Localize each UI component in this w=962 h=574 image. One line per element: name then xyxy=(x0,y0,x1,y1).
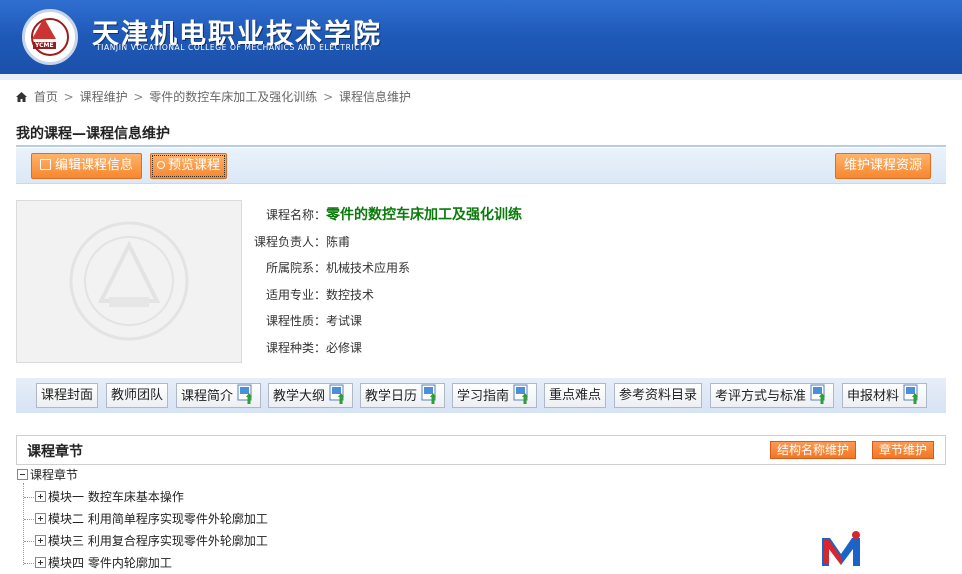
school-logo[interactable]: YCME xyxy=(22,9,78,65)
title-divider xyxy=(16,145,946,147)
course-cover-image xyxy=(16,200,242,363)
chapters-header: 课程章节 结构名称维护 章节维护 xyxy=(16,435,946,465)
document-upload-icon xyxy=(236,384,256,406)
document-upload-icon xyxy=(512,384,532,406)
brand-m-logo-icon xyxy=(822,531,860,566)
nav-intro-button[interactable]: 课程简介 xyxy=(176,383,262,408)
course-toolbar: 编辑课程信息 预览课程 维护课程资源 xyxy=(16,148,946,184)
nav-evaluation-button[interactable]: 考评方式与标准 xyxy=(710,383,835,408)
nav-keypoints-button[interactable]: 重点难点 xyxy=(544,383,607,408)
course-dept: 机械技术应用系 xyxy=(326,261,411,275)
home-icon xyxy=(16,92,27,102)
course-nature-row: 课程性质：考试课 xyxy=(265,314,363,328)
tree-node-module-2[interactable]: 模块二 利用简单程序实现零件外轮廓加工 xyxy=(35,510,268,530)
nav-team-button[interactable]: 教师团队 xyxy=(106,383,169,408)
course-major: 数控技术 xyxy=(326,287,375,302)
site-banner: YCME 天津机电职业技术学院 TIANJIN VOCATIONAL COLLE… xyxy=(0,0,962,80)
tree-root[interactable]: 课程章节 xyxy=(17,466,78,486)
nav-calendar-button[interactable]: 教学日历 xyxy=(360,383,446,408)
course-name-row: 课程名称：零件的数控车床加工及强化训练 xyxy=(265,207,522,223)
tree-line xyxy=(23,483,24,565)
document-upload-icon xyxy=(902,384,922,406)
expand-icon[interactable] xyxy=(35,491,46,502)
course-info: 课程名称：零件的数控车床加工及强化训练 课程负责人：陈甫 所属院系：机械技术应用… xyxy=(250,204,522,363)
course-nav-bar: 课程封面 教师团队 课程简介 教学大纲 教学日历 学习指南 重点难点 参考资料目… xyxy=(16,378,946,413)
document-upload-icon xyxy=(328,384,348,406)
expand-icon[interactable] xyxy=(35,535,46,546)
edit-icon xyxy=(40,159,51,170)
watermark-logo-icon xyxy=(69,221,189,341)
tree-node-module-1[interactable]: 模块一 数控车床基本操作 xyxy=(35,488,184,508)
nav-cover-button[interactable]: 课程封面 xyxy=(36,383,99,408)
course-owner-row: 课程负责人：陈甫 xyxy=(253,234,351,249)
course-kind-row: 课程种类：必修课 xyxy=(265,340,363,355)
chapter-maintain-button[interactable]: 章节维护 xyxy=(872,441,935,459)
tree-node-module-3[interactable]: 模块三 利用复合程序实现零件外轮廓加工 xyxy=(35,532,268,552)
course-nature: 考试课 xyxy=(326,314,363,328)
nav-application-button[interactable]: 申报材料 xyxy=(842,383,928,408)
breadcrumb-course[interactable]: 零件的数控车床加工及强化训练 xyxy=(149,90,317,104)
course-dept-row: 所属院系：机械技术应用系 xyxy=(265,261,411,275)
nav-guide-button[interactable]: 学习指南 xyxy=(452,383,538,408)
nav-syllabus-button[interactable]: 教学大纲 xyxy=(268,383,354,408)
logo-emblem-icon xyxy=(32,18,56,39)
collapse-icon[interactable] xyxy=(17,469,28,480)
breadcrumb-separator: > xyxy=(133,90,144,104)
expand-icon[interactable] xyxy=(35,513,46,524)
logo-text: YCME xyxy=(33,42,56,49)
breadcrumb-home[interactable]: 首页 xyxy=(34,90,58,104)
document-upload-icon xyxy=(420,384,440,406)
edit-course-button[interactable]: 编辑课程信息 xyxy=(31,153,143,179)
page-title: 我的课程—课程信息维护 xyxy=(16,126,170,142)
course-name: 零件的数控车床加工及强化训练 xyxy=(326,207,522,223)
nav-references-button[interactable]: 参考资料目录 xyxy=(614,383,703,408)
course-major-row: 适用专业：数控技术 xyxy=(265,287,375,302)
breadcrumb-current: 课程信息维护 xyxy=(339,90,412,104)
structure-name-button[interactable]: 结构名称维护 xyxy=(770,441,857,459)
tree-node-module-4[interactable]: 模块四 零件内轮廓加工 xyxy=(35,554,172,574)
document-upload-icon xyxy=(809,384,829,406)
expand-icon[interactable] xyxy=(35,557,46,568)
maintain-resources-button[interactable]: 维护课程资源 xyxy=(835,153,932,179)
breadcrumb-separator: > xyxy=(63,90,74,104)
course-kind: 必修课 xyxy=(326,340,363,355)
breadcrumb-separator: > xyxy=(323,90,334,104)
preview-course-button[interactable]: 预览课程 xyxy=(150,153,228,179)
course-owner: 陈甫 xyxy=(326,234,351,249)
chapters-title: 课程章节 xyxy=(27,444,83,460)
breadcrumb: 首页 > 课程维护 > 零件的数控车床加工及强化训练 > 课程信息维护 xyxy=(16,88,411,105)
school-name-en: TIANJIN VOCATIONAL COLLEGE OF MECHANICS … xyxy=(96,43,374,52)
breadcrumb-course-maintain[interactable]: 课程维护 xyxy=(80,90,128,104)
magnifier-icon xyxy=(157,161,165,169)
